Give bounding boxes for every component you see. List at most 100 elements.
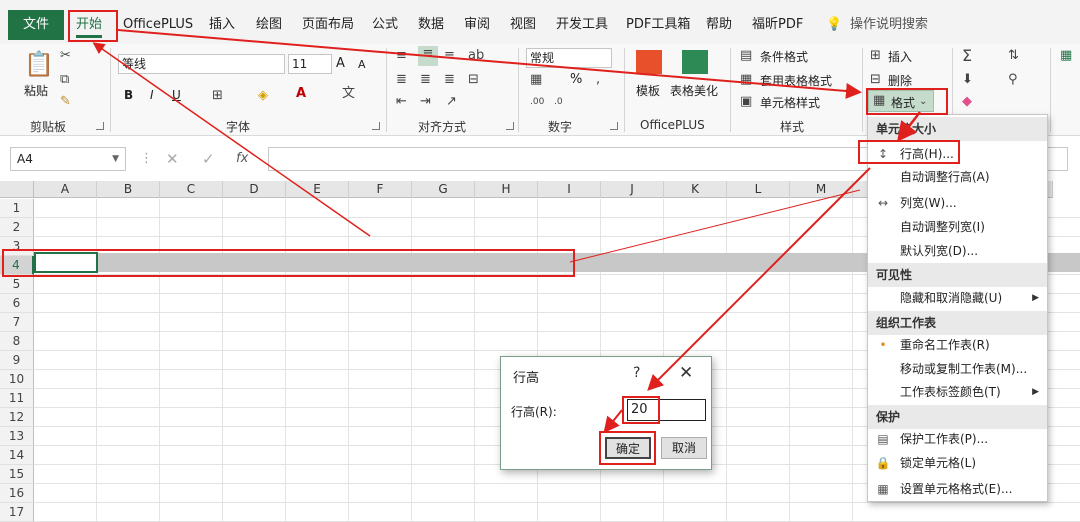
conditional-format-button[interactable]: 条件格式 bbox=[760, 48, 808, 65]
tab-insert[interactable]: 插入 bbox=[209, 10, 235, 40]
menu-item-protect-sheet[interactable]: ▤ 保护工作表(P)... bbox=[868, 428, 1047, 451]
row-header[interactable]: 6 bbox=[0, 294, 34, 313]
decrease-decimal-icon[interactable]: .0 bbox=[554, 94, 563, 110]
insert-cells-button[interactable]: 插入 bbox=[888, 48, 912, 65]
phonetic-icon[interactable]: 文 bbox=[342, 86, 355, 102]
menu-item-format-cells[interactable]: ▦ 设置单元格格式(E)... bbox=[868, 478, 1047, 501]
format-as-table-button[interactable]: 套用表格格式 bbox=[760, 72, 832, 89]
bold-button[interactable]: B bbox=[124, 88, 133, 102]
column-header[interactable]: M bbox=[790, 181, 853, 198]
tab-officeplus[interactable]: OfficePLUS bbox=[123, 10, 193, 40]
delete-cells-icon[interactable]: ⊟ bbox=[870, 72, 881, 88]
align-right-icon[interactable]: ≣ bbox=[444, 72, 455, 88]
paste-button[interactable]: 粘贴 bbox=[24, 82, 48, 99]
tab-draw[interactable]: 绘图 bbox=[256, 10, 282, 40]
menu-item-hide-unhide[interactable]: 隐藏和取消隐藏(U) ▶ bbox=[868, 287, 1047, 310]
row-header[interactable]: 17 bbox=[0, 503, 34, 522]
tab-view[interactable]: 视图 bbox=[510, 10, 536, 40]
menu-item-default-width[interactable]: 默认列宽(D)... bbox=[868, 240, 1047, 263]
column-header[interactable]: I bbox=[538, 181, 601, 198]
fill-color-icon[interactable]: ◈ bbox=[258, 88, 268, 104]
tab-page-layout[interactable]: 页面布局 bbox=[302, 10, 354, 40]
addin-icon[interactable]: ▦ bbox=[1060, 48, 1072, 64]
tell-me-search[interactable]: 操作说明搜索 bbox=[850, 10, 928, 40]
decrease-indent-icon[interactable]: ⇤ bbox=[396, 94, 407, 110]
align-center-icon[interactable]: ≣ bbox=[420, 72, 431, 88]
merge-center-icon[interactable]: ⊟ bbox=[468, 72, 479, 88]
font-size-select[interactable]: 11 bbox=[288, 54, 332, 74]
cut-icon[interactable]: ✂ bbox=[60, 48, 71, 64]
align-middle-icon[interactable]: ≡ bbox=[418, 46, 438, 66]
tab-developer[interactable]: 开发工具 bbox=[556, 10, 608, 40]
paste-icon[interactable]: 📋 bbox=[24, 50, 54, 78]
row-header[interactable]: 11 bbox=[0, 389, 34, 408]
template-button[interactable]: 模板 bbox=[636, 82, 660, 99]
wrap-text-icon[interactable]: ab bbox=[468, 48, 484, 64]
cell-styles-button[interactable]: 单元格样式 bbox=[760, 94, 820, 111]
cancel-button[interactable]: 取消 bbox=[661, 437, 707, 459]
increase-decimal-icon[interactable]: .00 bbox=[530, 94, 544, 110]
insert-function-icon[interactable]: fx bbox=[236, 151, 248, 167]
close-icon[interactable]: ✕ bbox=[679, 363, 693, 383]
underline-button[interactable]: U bbox=[172, 88, 181, 102]
column-header[interactable]: H bbox=[475, 181, 538, 198]
column-header[interactable]: K bbox=[664, 181, 727, 198]
accounting-format-icon[interactable]: ▦ bbox=[530, 72, 542, 88]
menu-item-lock-cell[interactable]: 🔒 锁定单元格(L) bbox=[868, 452, 1047, 475]
menu-item-column-width[interactable]: ↔ 列宽(W)... bbox=[868, 192, 1047, 215]
table-beautify-button[interactable]: 表格美化 bbox=[670, 82, 718, 99]
align-left-icon[interactable]: ≣ bbox=[396, 72, 407, 88]
increase-indent-icon[interactable]: ⇥ bbox=[420, 94, 431, 110]
column-header[interactable]: L bbox=[727, 181, 790, 198]
grow-font-button[interactable]: A bbox=[336, 56, 345, 71]
column-header[interactable]: J bbox=[601, 181, 664, 198]
autosum-icon[interactable]: Σ bbox=[962, 48, 972, 64]
tab-review[interactable]: 审阅 bbox=[464, 10, 490, 40]
menu-item-tab-color[interactable]: 工作表标签颜色(T) ▶ bbox=[868, 381, 1047, 404]
row-header[interactable]: 9 bbox=[0, 351, 34, 370]
row-header[interactable]: 14 bbox=[0, 446, 34, 465]
row-header[interactable]: 2 bbox=[0, 218, 34, 237]
delete-cells-button[interactable]: 删除 bbox=[888, 72, 912, 89]
row-header[interactable]: 10 bbox=[0, 370, 34, 389]
clear-icon[interactable]: ◆ bbox=[962, 94, 972, 110]
align-top-icon[interactable]: ≡ bbox=[396, 48, 407, 64]
table-format-icon[interactable]: ▦ bbox=[740, 72, 752, 88]
cell-styles-icon[interactable]: ▣ bbox=[740, 94, 752, 110]
shrink-font-button[interactable]: A bbox=[358, 58, 366, 71]
percent-button[interactable]: % bbox=[570, 72, 582, 87]
tab-foxit-pdf[interactable]: 福昕PDF bbox=[752, 10, 803, 40]
borders-icon[interactable]: ⊞ bbox=[212, 88, 223, 104]
find-icon[interactable]: ⚲ bbox=[1008, 72, 1018, 88]
column-header[interactable]: D bbox=[223, 181, 286, 198]
italic-button[interactable]: I bbox=[150, 88, 154, 102]
column-header[interactable]: E bbox=[286, 181, 349, 198]
format-painter-icon[interactable]: ✎ bbox=[60, 94, 71, 110]
row-header[interactable]: 12 bbox=[0, 408, 34, 427]
clipboard-launcher-icon[interactable] bbox=[96, 122, 104, 130]
column-header[interactable]: A bbox=[34, 181, 97, 198]
menu-item-move-copy[interactable]: 移动或复制工作表(M)... bbox=[868, 358, 1047, 381]
font-launcher-icon[interactable] bbox=[372, 122, 380, 130]
tab-formulas[interactable]: 公式 bbox=[372, 10, 398, 40]
row-header[interactable]: 16 bbox=[0, 484, 34, 503]
row-header[interactable]: 7 bbox=[0, 313, 34, 332]
column-header[interactable]: G bbox=[412, 181, 475, 198]
menu-item-autofit-column[interactable]: 自动调整列宽(I) bbox=[868, 216, 1047, 239]
align-bottom-icon[interactable]: ≡ bbox=[444, 48, 455, 64]
row-header[interactable]: 1 bbox=[0, 199, 34, 218]
confirm-entry-icon[interactable]: ✓ bbox=[202, 151, 215, 167]
select-all-corner[interactable] bbox=[0, 181, 34, 198]
tab-help[interactable]: 帮助 bbox=[706, 10, 732, 40]
column-header[interactable]: B bbox=[97, 181, 160, 198]
menu-item-autofit-row[interactable]: 自动调整行高(A) bbox=[868, 166, 1047, 189]
font-name-select[interactable]: 等线 bbox=[118, 54, 285, 74]
row-header[interactable]: 8 bbox=[0, 332, 34, 351]
alignment-launcher-icon[interactable] bbox=[506, 122, 514, 130]
help-icon[interactable]: ? bbox=[633, 365, 640, 381]
tab-pdf-toolbox[interactable]: PDF工具箱 bbox=[626, 10, 690, 40]
name-box[interactable]: A4 ▼ bbox=[10, 147, 126, 171]
tab-file[interactable]: 文件 bbox=[8, 10, 64, 40]
template-icon[interactable] bbox=[636, 50, 662, 74]
font-color-icon[interactable]: A bbox=[296, 86, 306, 102]
